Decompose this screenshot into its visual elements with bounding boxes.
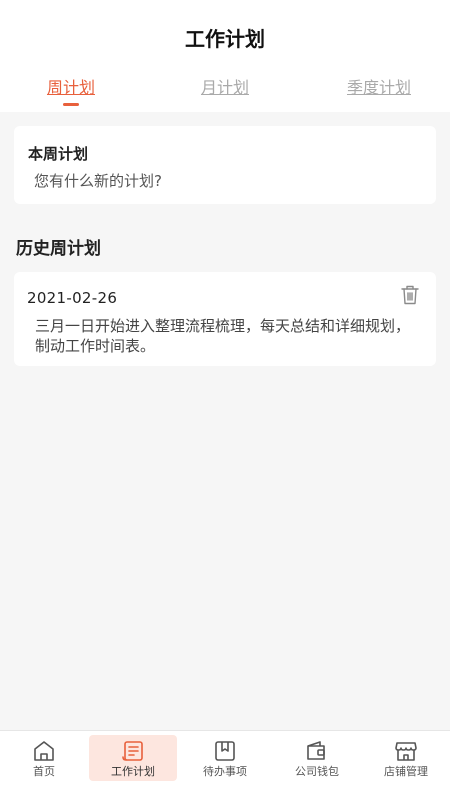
new-plan-input[interactable]	[34, 169, 414, 193]
nav-item-store[interactable]: 店铺管理	[362, 735, 450, 781]
history-section-title: 历史周计划	[16, 239, 101, 259]
history-plan-content: 三月一日开始进入整理流程梳理，每天总结和详细规划，制动工作时间表。	[35, 317, 411, 355]
nav-item-home[interactable]: 首页	[0, 735, 88, 781]
nav-label-work-plan: 工作计划	[111, 765, 155, 778]
top-header-area: 工作计划 周计划 月计划 季度计划	[0, 0, 450, 112]
tab-quarterly-plan[interactable]: 季度计划	[334, 76, 424, 100]
tab-weekly-plan[interactable]: 周计划	[36, 76, 106, 100]
wallet-icon	[305, 740, 329, 762]
nav-label-wallet: 公司钱包	[295, 765, 339, 778]
page-title: 工作计划	[185, 27, 265, 51]
active-tab-indicator	[63, 103, 79, 106]
nav-label-todo: 待办事项	[203, 765, 247, 778]
history-plan-card: 2021-02-26 三月一日开始进入整理流程梳理，每天总结和详细规划，制动工作…	[14, 272, 436, 366]
trash-icon[interactable]	[400, 284, 420, 306]
todo-book-icon	[213, 740, 237, 762]
bottom-nav: 首页 工作计划 待办事项 公司钱包 店铺管理	[0, 730, 450, 800]
nav-item-work-plan[interactable]: 工作计划	[89, 735, 177, 781]
nav-label-store: 店铺管理	[384, 765, 428, 778]
current-plan-card: 本周计划	[14, 126, 436, 204]
home-icon	[32, 740, 56, 762]
history-plan-date: 2021-02-26	[27, 289, 118, 307]
plan-document-icon	[121, 740, 145, 762]
current-plan-title: 本周计划	[28, 145, 89, 163]
store-icon	[394, 740, 418, 762]
nav-label-home: 首页	[33, 765, 55, 778]
nav-item-wallet[interactable]: 公司钱包	[273, 735, 361, 781]
nav-item-todo[interactable]: 待办事项	[181, 735, 269, 781]
tab-monthly-plan[interactable]: 月计划	[190, 76, 260, 100]
